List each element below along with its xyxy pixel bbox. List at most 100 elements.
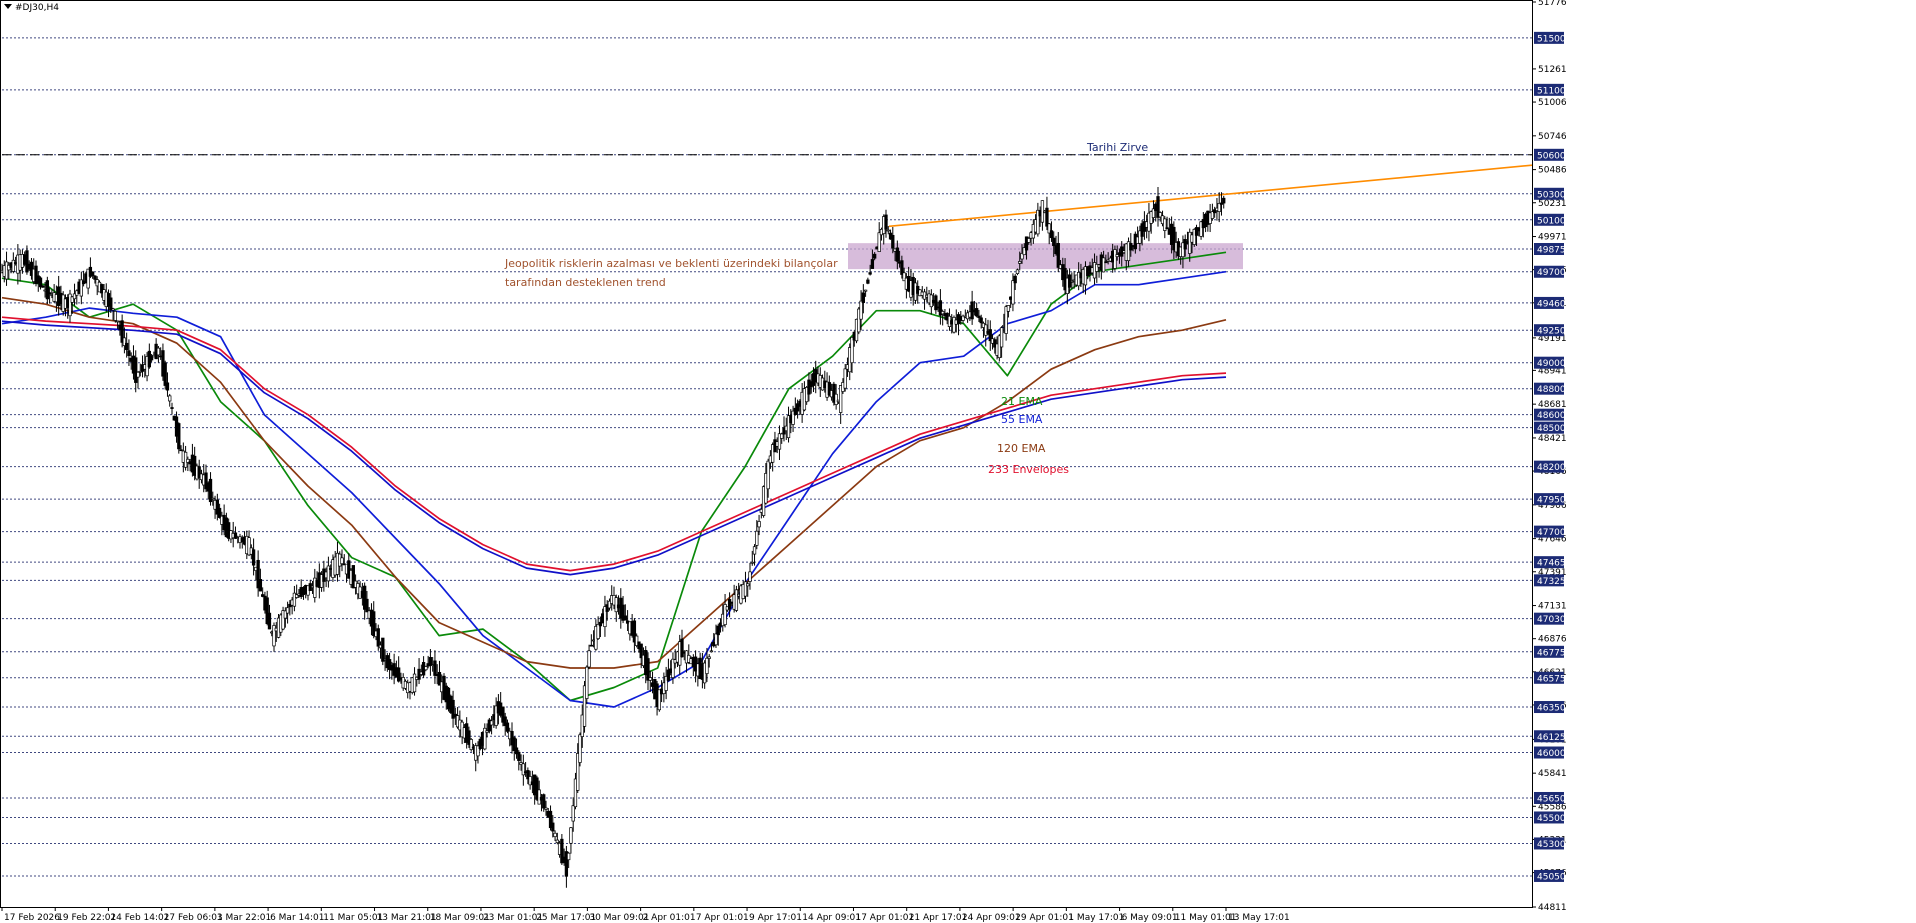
candle-body	[113, 311, 117, 321]
time-tick-label: 19 Feb 22:01	[57, 913, 116, 923]
time-tick-label: 27 Feb 06:01	[164, 913, 223, 923]
level-tag-label: 46575	[1537, 674, 1566, 684]
time-tick-label: 9 Apr 17:01	[749, 913, 802, 923]
level-tag-label: 48500	[1537, 424, 1566, 434]
time-tick-label: 23 Mar 01:01	[483, 913, 543, 923]
candle-body	[412, 673, 417, 693]
series-line-2	[1, 270, 1227, 708]
candle-body	[505, 722, 510, 732]
candle-body	[1015, 269, 1020, 274]
candle-body	[648, 677, 652, 681]
time-tick-label: 18 Mar 09:01	[430, 913, 490, 923]
time-tick-label: 3 Mar 22:01	[217, 913, 271, 923]
level-tag-label: 48200	[1537, 463, 1566, 473]
candle-body	[1113, 249, 1117, 269]
candle-body	[433, 660, 437, 676]
candle-body	[45, 280, 49, 300]
level-tag-label: 46000	[1537, 749, 1566, 759]
candle-body	[168, 395, 172, 402]
candle-body	[585, 666, 589, 699]
candle-body	[365, 598, 369, 613]
level-tag-label: 47465	[1537, 559, 1566, 569]
level-tag-label: 48800	[1537, 385, 1566, 395]
time-tick-label: 30 Mar 09:01	[589, 913, 649, 923]
price-tick-label: 51261	[1538, 65, 1567, 75]
candle-body	[47, 292, 52, 295]
chart-window: Tarihi Zirve Jeopolitik risklerin azalmas…	[0, 0, 1916, 923]
price-tick-label: 47131	[1538, 602, 1567, 612]
candle-body	[1006, 305, 1011, 312]
candle-body	[111, 308, 115, 311]
candle-body	[1104, 261, 1108, 264]
candle-body	[863, 289, 868, 292]
candle-body	[866, 279, 870, 284]
candle-body	[646, 658, 650, 681]
candle-body	[285, 607, 290, 614]
candle-body	[870, 259, 875, 269]
candle-body	[766, 460, 770, 490]
level-tag-label: 50300	[1537, 190, 1566, 200]
annotation-text: Tarihi Zirve	[1086, 141, 1148, 154]
candle-body	[177, 423, 181, 450]
candle-body	[542, 794, 546, 809]
level-tag-label: 51500	[1537, 34, 1566, 44]
candle-body	[381, 637, 385, 662]
time-tick-label: 21 Apr 17:01	[909, 913, 968, 923]
level-tag-label: 47030	[1537, 615, 1566, 625]
level-tag-label: 45500	[1537, 814, 1566, 824]
level-tag-label: 50600	[1537, 151, 1566, 161]
candle-body	[999, 327, 1004, 348]
annotation-text: 55 EMA	[1001, 413, 1043, 426]
candle-body	[38, 277, 43, 288]
candle-body	[727, 598, 732, 610]
price-tick-label: 48421	[1538, 434, 1567, 444]
candle-body	[93, 275, 97, 280]
candle-body	[868, 272, 872, 275]
time-tick-label: 17 Apr 01:01	[855, 913, 914, 923]
annotation-text: Jeopolitik risklerin azalması ve beklent…	[504, 257, 838, 270]
candle-body	[1049, 230, 1054, 239]
window-title: #DJ30,H4	[4, 3, 59, 13]
time-tick-label: 17 Feb 2026	[4, 913, 60, 923]
level-tag-label: 47950	[1537, 496, 1566, 506]
level-tag-label: 45650	[1537, 794, 1566, 804]
candle-body	[877, 232, 881, 252]
triangle-down-icon[interactable]	[4, 4, 12, 9]
price-tick-label: 49971	[1538, 233, 1567, 243]
candle-body	[537, 789, 541, 805]
candle-body	[555, 839, 559, 844]
level-tag-label: 45300	[1537, 840, 1566, 850]
price-tick-label: 48681	[1538, 400, 1567, 410]
candle-body	[680, 638, 684, 658]
candle-body	[1183, 239, 1187, 250]
candle-body	[376, 628, 380, 647]
candle-body	[517, 751, 521, 761]
candle-body	[1222, 197, 1226, 204]
time-tick-label: 14 Apr 09:01	[802, 913, 861, 923]
candle-body	[1101, 257, 1106, 273]
level-tag-label: 48600	[1537, 411, 1566, 421]
candle-body	[127, 350, 131, 356]
candle-body	[714, 633, 718, 646]
candle-body	[211, 497, 215, 500]
level-tag-label: 47325	[1537, 577, 1566, 587]
level-tag-label: 46125	[1537, 733, 1566, 743]
candle-body	[859, 300, 863, 320]
candle-body	[115, 320, 120, 323]
level-tag-label: 46775	[1537, 648, 1566, 658]
time-tick-label: 2 Apr 01:01	[643, 913, 696, 923]
candle-body	[977, 315, 981, 319]
candle-body	[544, 807, 548, 810]
candle-body	[251, 549, 256, 566]
price-chart[interactable]: Tarihi Zirve Jeopolitik risklerin azalmas…	[0, 0, 1916, 923]
candle-body	[952, 317, 956, 333]
candle-body	[489, 720, 494, 726]
candle-body	[834, 393, 838, 405]
candle-body	[179, 449, 183, 452]
time-tick-label: 25 Mar 17:01	[536, 913, 596, 923]
candle-body	[258, 579, 263, 592]
level-tag-label: 49700	[1537, 268, 1566, 278]
candle-body	[170, 407, 174, 409]
candle-body	[267, 612, 272, 630]
plot-frame	[0, 0, 1533, 908]
